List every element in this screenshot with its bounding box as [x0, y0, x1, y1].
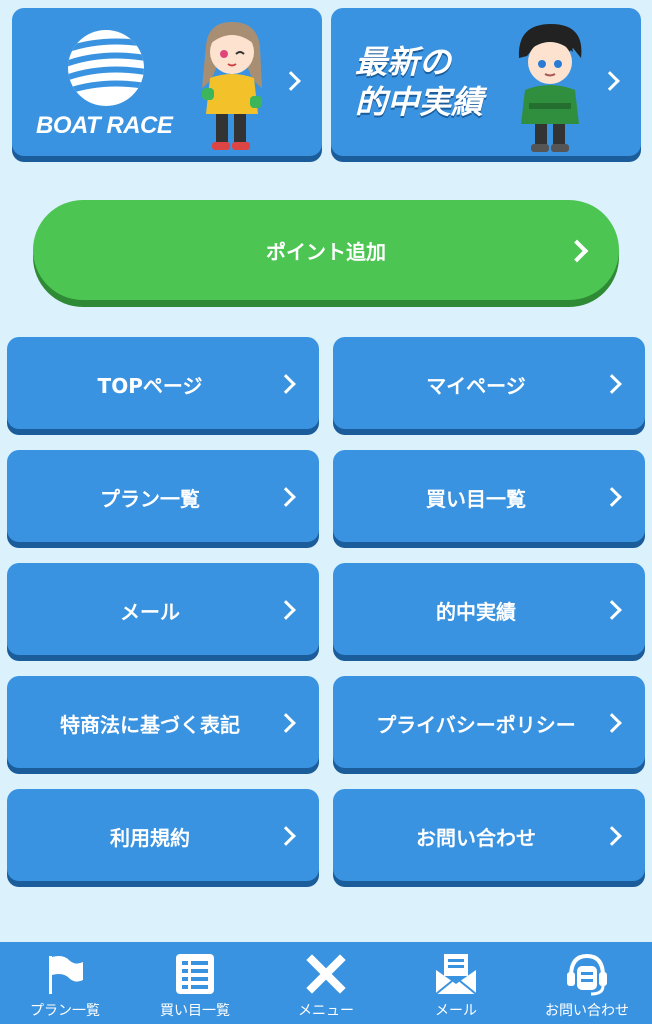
latest-hits-title: 最新の 的中実績 [355, 42, 483, 122]
nav-picks-label: 買い目一覧 [160, 1003, 230, 1019]
mail-icon [435, 954, 477, 995]
top-page-label: TOPページ [97, 374, 203, 398]
add-points-label: ポイント追加 [266, 240, 386, 264]
plan-list-button[interactable]: プラン一覧 [7, 450, 319, 542]
list-icon [176, 954, 214, 994]
nav-plans-label: プラン一覧 [30, 1003, 100, 1019]
commercial-law-button[interactable]: 特商法に基づく表記 [7, 676, 319, 768]
plan-list-label: プラン一覧 [100, 487, 200, 511]
nav-mail-label: メール [435, 1003, 477, 1019]
nav-mail[interactable]: メール [391, 942, 521, 1024]
nav-contact[interactable]: お問い合わせ [522, 942, 652, 1024]
flag-icon [49, 956, 83, 994]
nav-contact-label: お問い合わせ [545, 1003, 629, 1019]
nav-picks[interactable]: 買い目一覧 [130, 942, 260, 1024]
boatrace-logo-text: BOAT RACE [36, 112, 173, 139]
hit-results-button[interactable]: 的中実績 [333, 563, 645, 655]
my-page-label: マイページ [426, 374, 526, 398]
privacy-policy-label: プライバシーポリシー [376, 713, 576, 737]
hit-results-label: 的中実績 [436, 600, 516, 624]
chevron-right-icon [600, 71, 620, 91]
top-page-button[interactable]: TOPページ [7, 337, 319, 429]
mail-button[interactable]: メール [7, 563, 319, 655]
commercial-law-label: 特商法に基づく表記 [60, 713, 240, 737]
terms-label: 利用規約 [110, 826, 190, 850]
headset-icon [567, 953, 607, 996]
nav-menu[interactable]: メニュー [261, 942, 391, 1024]
latest-hits-banner[interactable]: 最新の 的中実績 [331, 8, 641, 156]
close-icon [306, 954, 346, 994]
latest-hits-line1: 最新の [355, 43, 452, 81]
add-points-button[interactable]: ポイント追加 [33, 200, 619, 300]
privacy-policy-button[interactable]: プライバシーポリシー [333, 676, 645, 768]
chevron-right-icon [281, 71, 301, 91]
nav-plans[interactable]: プラン一覧 [0, 942, 130, 1024]
boatrace-banner[interactable]: BOAT RACE [12, 8, 322, 156]
bottom-navigation: プラン一覧 買い目一覧 メニュー メール お問い合わせ [0, 942, 652, 1024]
nav-menu-label: メニュー [298, 1003, 354, 1019]
boy-character-illustration [518, 24, 582, 152]
girl-character-illustration [202, 22, 262, 150]
latest-hits-line2: 的中実績 [355, 83, 484, 121]
contact-button[interactable]: お問い合わせ [333, 789, 645, 881]
mail-label: メール [120, 600, 180, 624]
picks-list-button[interactable]: 買い目一覧 [333, 450, 645, 542]
contact-label: お問い合わせ [416, 826, 536, 850]
picks-list-label: 買い目一覧 [426, 487, 526, 511]
my-page-button[interactable]: マイページ [333, 337, 645, 429]
terms-button[interactable]: 利用規約 [7, 789, 319, 881]
